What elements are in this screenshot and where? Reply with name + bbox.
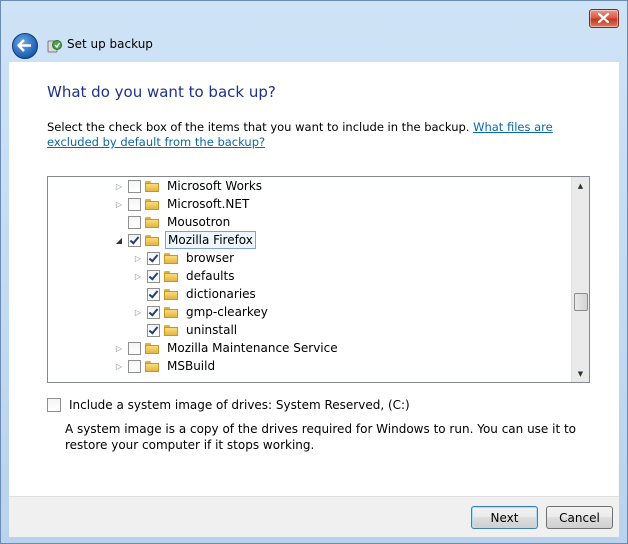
tree-item-label: dictionaries [186, 287, 256, 301]
tree-row[interactable]: uninstall [133, 321, 239, 339]
tree-row[interactable]: ▷ defaults [133, 267, 236, 285]
folder-icon [145, 180, 159, 192]
tree-item-checkbox[interactable] [147, 287, 160, 301]
tree-item-checkbox[interactable] [128, 341, 141, 355]
tree-row[interactable]: ▷ browser [133, 249, 236, 267]
window-title: Set up backup [67, 37, 153, 51]
tree-item-label: Mozilla Firefox [165, 231, 256, 249]
system-image-label: Include a system image of drives: System… [69, 398, 410, 412]
dialog-footer: Next Cancel [9, 496, 619, 537]
tree-item-label: Mousotron [167, 215, 231, 229]
folder-icon [164, 288, 178, 300]
scroll-down-arrow-icon: ▼ [577, 369, 584, 378]
scroll-down-button[interactable]: ▼ [572, 365, 589, 382]
folder-icon [145, 234, 159, 246]
collapse-arrow-icon[interactable]: ◢ [114, 235, 124, 245]
tree-item-label: Microsoft.NET [167, 197, 250, 211]
folder-icon [164, 252, 178, 264]
folder-tree[interactable]: ▷ Microsoft Works ▷ Microsoft.NET Mousotron ◢… [47, 176, 590, 383]
expand-arrow-icon[interactable]: ▷ [114, 181, 124, 191]
folder-icon [145, 360, 159, 372]
tree-row[interactable]: ▷ Mozilla Maintenance Service [114, 339, 340, 357]
back-arrow-icon [17, 39, 31, 52]
tree-item-checkbox[interactable] [147, 251, 160, 265]
close-button[interactable] [589, 9, 619, 28]
tree-item-label: browser [186, 251, 235, 265]
tree-row[interactable]: ▷ gmp-clearkey [133, 303, 270, 321]
tree-row[interactable]: Mousotron [114, 213, 232, 231]
folder-icon [164, 306, 178, 318]
tree-row[interactable]: ◢ Mozilla Firefox [114, 231, 256, 249]
tree-scrollbar[interactable]: ▲ ▼ [571, 177, 589, 382]
expand-arrow-icon[interactable]: ▷ [133, 253, 143, 263]
tree-row[interactable]: ▷ Microsoft Works [114, 177, 264, 195]
system-image-option[interactable]: Include a system image of drives: System… [47, 398, 410, 412]
tree-item-checkbox[interactable] [128, 215, 141, 229]
backup-dialog-window: Set up backup What do you want to back u… [0, 0, 628, 544]
tree-row[interactable]: dictionaries [133, 285, 258, 303]
scroll-thumb[interactable] [574, 293, 588, 311]
back-button[interactable] [12, 33, 38, 59]
backup-icon [47, 40, 62, 53]
tree-item-label: MSBuild [167, 359, 216, 373]
tree-item-checkbox[interactable] [147, 305, 160, 319]
next-button[interactable]: Next [471, 506, 538, 529]
page-heading: What do you want to back up? [47, 83, 276, 101]
tree-item-checkbox[interactable] [147, 269, 160, 283]
folder-icon [164, 270, 178, 282]
tree-item-label: Mozilla Maintenance Service [167, 341, 338, 355]
folder-icon [145, 216, 159, 228]
tree-item-label: defaults [186, 269, 235, 283]
tree-item-label: Microsoft Works [167, 179, 263, 193]
tree-item-checkbox[interactable] [128, 179, 141, 193]
scroll-up-button[interactable]: ▲ [572, 177, 589, 194]
tree-item-label: uninstall [186, 323, 238, 337]
system-image-checkbox[interactable] [47, 398, 61, 412]
cancel-button[interactable]: Cancel [546, 506, 613, 529]
instructions: Select the check box of the items that y… [47, 120, 587, 150]
expand-arrow-icon[interactable]: ▷ [114, 343, 124, 353]
tree-item-checkbox[interactable] [128, 359, 141, 373]
tree-row[interactable]: ▷ MSBuild [114, 357, 217, 375]
folder-icon [145, 342, 159, 354]
close-icon [598, 13, 609, 23]
system-image-description: A system image is a copy of the drives r… [65, 422, 577, 452]
expand-arrow-icon[interactable]: ▷ [114, 199, 124, 209]
scroll-up-arrow-icon: ▲ [577, 181, 584, 190]
tree-item-checkbox[interactable] [147, 323, 160, 337]
tree-item-label: gmp-clearkey [186, 305, 268, 319]
folder-icon [164, 324, 178, 336]
expand-arrow-icon[interactable]: ▷ [114, 361, 124, 371]
tree-row[interactable]: ▷ Microsoft.NET [114, 195, 251, 213]
instructions-text: Select the check box of the items that y… [47, 120, 474, 134]
expand-arrow-icon[interactable]: ▷ [133, 271, 143, 281]
main-content: What do you want to back up? Select the … [9, 62, 619, 496]
tree-item-checkbox[interactable] [128, 233, 141, 247]
wizard-header: Set up backup [9, 29, 619, 62]
tree-item-checkbox[interactable] [128, 197, 141, 211]
folder-icon [145, 198, 159, 210]
expand-arrow-icon[interactable]: ▷ [133, 307, 143, 317]
